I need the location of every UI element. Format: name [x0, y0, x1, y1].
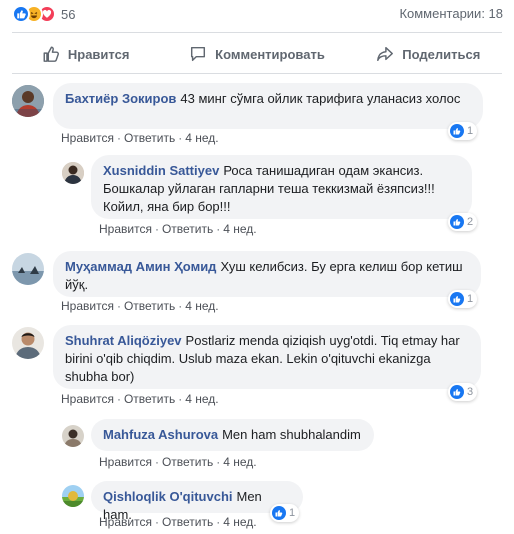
comment-bubble: Mahfuza Ashurova Men ham shubhalandim — [91, 419, 374, 451]
comment-meta: Нравится · Ответить · 4 нед. — [99, 222, 257, 236]
comment-like-link[interactable]: Нравится — [61, 131, 114, 145]
share-button[interactable]: Поделиться — [343, 38, 514, 70]
comment-timestamp[interactable]: 4 нед. — [185, 299, 218, 313]
comment-timestamp[interactable]: 4 нед. — [223, 455, 256, 469]
avatar[interactable] — [62, 425, 84, 447]
reaction-count: 1 — [289, 507, 296, 519]
comment-text: 43 минг сўмга ойлик тарифига уланасиз хо… — [180, 91, 461, 106]
comment-reply-link[interactable]: Ответить — [124, 299, 175, 313]
reaction-count[interactable]: 56 — [61, 7, 75, 22]
like-icon — [450, 215, 464, 229]
comment-reactions-badge[interactable]: 3 — [448, 383, 478, 401]
comment-timestamp[interactable]: 4 нед. — [223, 222, 256, 236]
comment-meta: Нравится · Ответить · 4 нед. — [61, 131, 219, 145]
comment-button-label: Комментировать — [215, 46, 325, 62]
comment-like-link[interactable]: Нравится — [99, 222, 152, 236]
share-button-label: Поделиться — [402, 46, 481, 62]
comment-reply-link[interactable]: Ответить — [162, 222, 213, 236]
reaction-count: 2 — [467, 216, 474, 228]
comment-like-link[interactable]: Нравится — [61, 299, 114, 313]
avatar[interactable] — [12, 327, 44, 359]
comment-reactions-badge[interactable]: 1 — [448, 122, 478, 140]
divider — [12, 32, 502, 33]
comment-reply-link[interactable]: Ответить — [162, 455, 213, 469]
comment-reactions-badge[interactable]: 1 — [448, 290, 478, 308]
comment-bubble: Бахтиёр Зокиров 43 минг сўмга ойлик тариф… — [53, 83, 483, 129]
like-button-label: Нравится — [67, 46, 130, 62]
avatar[interactable] — [62, 485, 84, 507]
comment-author[interactable]: Qishloqlik O'qituvchi — [103, 489, 233, 504]
comment-author[interactable]: Xusniddin Sattiyev — [103, 163, 219, 178]
comment-text: Men ham shubhalandim — [222, 427, 361, 442]
comment-reactions-badge[interactable]: 1 — [270, 504, 300, 522]
reactions[interactable]: 56 — [12, 4, 75, 24]
divider — [12, 73, 502, 74]
comment-meta: Нравится · Ответить · 4 нед. — [61, 392, 219, 406]
like-button[interactable]: Нравится — [0, 38, 171, 70]
comment-timestamp[interactable]: 4 нед. — [223, 515, 256, 529]
comment-reply-link[interactable]: Ответить — [124, 392, 175, 406]
avatar[interactable] — [62, 162, 84, 184]
comment-like-link[interactable]: Нравится — [99, 455, 152, 469]
comment-button[interactable]: Комментировать — [171, 38, 342, 70]
comment-author[interactable]: Shuhrat Aliqöziyev — [65, 333, 182, 348]
like-icon — [450, 292, 464, 306]
like-icon — [450, 385, 464, 399]
comment-reply-link[interactable]: Ответить — [124, 131, 175, 145]
like-icon — [272, 506, 286, 520]
reaction-summary: 56 Комментарии: 18 — [0, 0, 514, 28]
comment-reply-link[interactable]: Ответить — [162, 515, 213, 529]
reaction-count: 1 — [467, 293, 474, 305]
comment-bubble: Xusniddin Sattiyev Роса танишадиган одам … — [91, 155, 472, 219]
avatar[interactable] — [12, 85, 44, 117]
comment-timestamp[interactable]: 4 нед. — [185, 131, 218, 145]
comment-bubble: Shuhrat Aliqöziyev Postlariz menda qiziqi… — [53, 325, 481, 389]
comment-meta: Нравится · Ответить · 4 нед. — [99, 515, 257, 529]
comment-like-link[interactable]: Нравится — [61, 392, 114, 406]
reaction-count: 1 — [467, 125, 474, 137]
comment-meta: Нравится · Ответить · 4 нед. — [99, 455, 257, 469]
like-icon — [450, 124, 464, 138]
post-action-bar: Нравится Комментировать Поделиться — [0, 38, 514, 70]
comment-meta: Нравится · Ответить · 4 нед. — [61, 299, 219, 313]
comment-reactions-badge[interactable]: 2 — [448, 213, 478, 231]
comment-author[interactable]: Муҳаммад Амин Ҳомид — [65, 259, 216, 274]
comment-author[interactable]: Mahfuza Ashurova — [103, 427, 218, 442]
reaction-count: 3 — [467, 386, 474, 398]
like-reaction-icon — [12, 5, 30, 23]
comment-author[interactable]: Бахтиёр Зокиров — [65, 91, 176, 106]
comment-bubble: Муҳаммад Амин Ҳомид Хуш келибсиз. Бу ерга… — [53, 251, 481, 297]
thumbs-up-icon — [43, 46, 59, 62]
share-arrow-icon — [377, 46, 394, 62]
comment-timestamp[interactable]: 4 нед. — [185, 392, 218, 406]
avatar[interactable] — [12, 253, 44, 285]
comment-like-link[interactable]: Нравится — [99, 515, 152, 529]
comment-icon — [191, 46, 206, 62]
comments-count-link[interactable]: Комментарии: 18 — [399, 6, 503, 21]
